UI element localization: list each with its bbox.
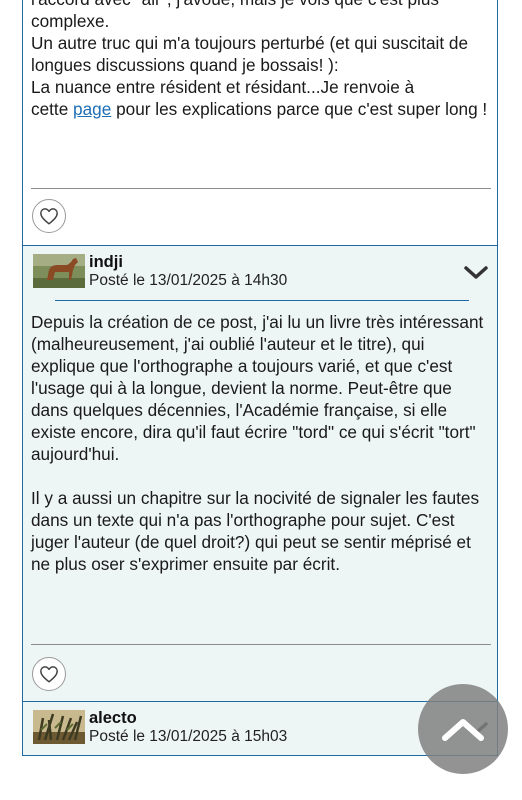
chevron-down-icon	[464, 266, 488, 279]
divider	[31, 188, 491, 189]
expand-button[interactable]	[463, 262, 489, 282]
post-text-line: La nuance entre résident et résidant...J…	[31, 77, 415, 97]
post-header: indji Posté le 13/01/2025 à 14h30	[33, 252, 497, 292]
post-text-line: cette page pour les explications parce q…	[31, 98, 491, 120]
heart-outline-icon	[40, 208, 58, 225]
post-body: l'accord avec "air", j'avoue, mais je vo…	[31, 0, 491, 120]
post-paragraph: Depuis la création de ce post, j'ai lu u…	[31, 312, 484, 464]
avatar[interactable]	[33, 710, 85, 744]
post-card: l'accord avec "air", j'avoue, mais je vo…	[22, 0, 498, 246]
scroll-to-top-button[interactable]	[418, 684, 508, 774]
link-suffix: pour les explications parce que c'est su…	[111, 99, 488, 119]
chevron-up-icon	[442, 719, 484, 741]
link-prefix: cette	[31, 99, 74, 119]
post-text-line: Un autre truc qui m'a toujours perturbé …	[31, 33, 469, 75]
post-paragraph: Il y a aussi un chapitre sur la nocivité…	[31, 488, 480, 574]
header-divider	[55, 300, 469, 301]
avatar[interactable]	[33, 254, 85, 288]
post-date: Posté le 13/01/2025 à 15h03	[89, 728, 288, 745]
author-name[interactable]: alecto	[89, 709, 137, 728]
post-card: indji Posté le 13/01/2025 à 14h30 Depuis…	[22, 246, 498, 702]
post-date: Posté le 13/01/2025 à 14h30	[89, 272, 288, 289]
author-name[interactable]: indji	[89, 253, 123, 272]
like-button[interactable]	[32, 657, 66, 691]
plant-avatar-image	[33, 710, 85, 744]
post-text-line: l'accord avec "air", j'avoue, mais je vo…	[31, 0, 439, 31]
page-link[interactable]: page	[73, 99, 111, 119]
horse-avatar-image	[33, 254, 85, 288]
heart-outline-icon	[40, 666, 58, 683]
post-body: Depuis la création de ce post, j'ai lu u…	[31, 311, 491, 575]
divider	[31, 644, 491, 645]
like-button[interactable]	[32, 199, 66, 233]
